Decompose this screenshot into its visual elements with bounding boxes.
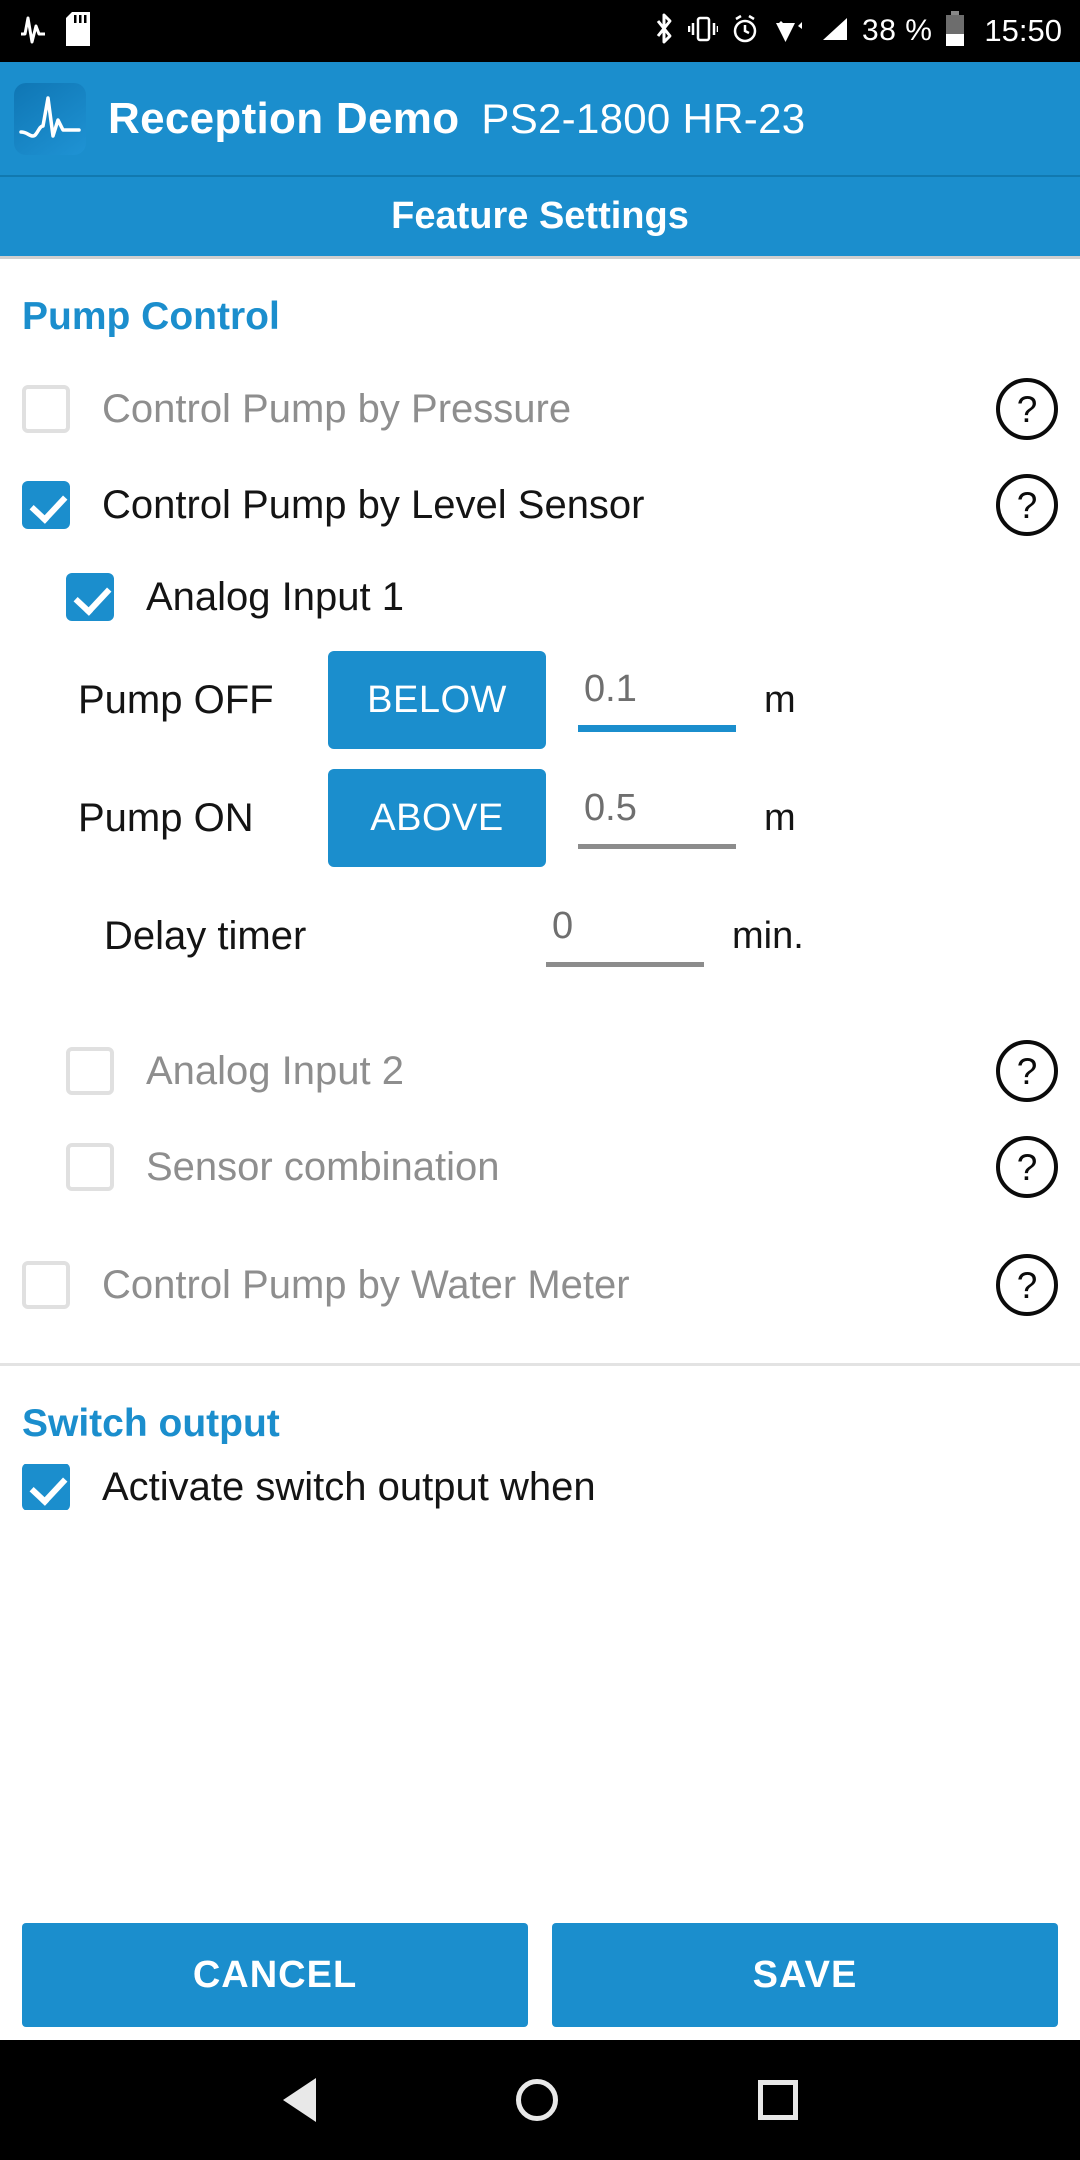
status-bar-right-icons: 38 % 15:50 [653, 10, 1062, 52]
bluetooth-icon [653, 12, 675, 51]
cancel-button[interactable]: CANCEL [22, 1923, 528, 2027]
input-delay-timer-value[interactable]: 0 [546, 905, 704, 967]
help-icon-sensor-combination[interactable]: ? [996, 1136, 1058, 1198]
label-sensor-combination: Sensor combination [146, 1144, 500, 1189]
label-analog-input-2: Analog Input 2 [146, 1048, 404, 1093]
section-title-pump-control: Pump Control [22, 295, 280, 338]
button-pump-off-condition[interactable]: BELOW [328, 651, 546, 749]
wifi-icon [772, 12, 806, 51]
unit-pump-on: m [764, 796, 796, 839]
waveform-logo-icon [14, 82, 86, 155]
subheader-label: Feature Settings [391, 195, 689, 237]
status-bar: 38 % 15:50 [0, 0, 1080, 62]
android-navigation-bar [0, 2040, 1080, 2160]
clock-label: 15:50 [984, 13, 1062, 48]
label-delay-timer: Delay timer [104, 913, 307, 958]
checkbox-activate-switch-output[interactable] [22, 1464, 70, 1510]
signal-icon [819, 12, 849, 51]
device-model-label: PS2-1800 HR-23 [481, 94, 806, 142]
checkbox-control-pump-by-water-meter[interactable] [22, 1261, 70, 1309]
row-control-pump-by-level-sensor[interactable]: Control Pump by Level Sensor ? [0, 457, 1080, 553]
checkbox-sensor-combination[interactable] [66, 1143, 114, 1191]
field-pump-off-value-wrap[interactable]: 0.1 [578, 668, 736, 732]
app-bar: Reception Demo PS2-1800 HR-23 [0, 62, 1080, 177]
app-screen: 38 % 15:50 Reception Demo PS2-1800 HR-23… [0, 0, 1080, 2160]
field-delay-timer-value-wrap[interactable]: 0 [546, 905, 704, 967]
page-title: Reception Demo [108, 93, 460, 143]
help-icon-control-pump-by-water-meter[interactable]: ? [996, 1254, 1058, 1316]
home-circle-icon[interactable] [515, 2079, 558, 2121]
feature-settings-subheader: Feature Settings [0, 177, 1080, 259]
checkbox-analog-input-2[interactable] [66, 1047, 114, 1095]
section-title-switch-output: Switch output [22, 1402, 280, 1445]
label-control-pump-by-pressure: Control Pump by Pressure [102, 386, 572, 431]
label-pump-on: Pump ON [78, 795, 254, 840]
unit-delay-timer: min. [732, 914, 804, 957]
button-pump-on-condition[interactable]: ABOVE [328, 769, 546, 867]
back-triangle-icon[interactable] [282, 2078, 316, 2122]
help-icon-control-pump-by-pressure[interactable]: ? [996, 378, 1058, 440]
checkbox-analog-input-1[interactable] [66, 573, 114, 621]
row-pump-on[interactable]: Pump ON ABOVE 0.5 m [0, 759, 1080, 877]
row-control-pump-by-pressure[interactable]: Control Pump by Pressure ? [0, 361, 1080, 457]
label-pump-off: Pump OFF [78, 677, 274, 722]
label-analog-input-1: Analog Input 1 [146, 574, 404, 619]
checkbox-control-pump-by-pressure[interactable] [22, 385, 70, 433]
input-pump-on-value[interactable]: 0.5 [578, 787, 736, 849]
label-control-pump-by-water-meter: Control Pump by Water Meter [102, 1262, 630, 1307]
checkbox-control-pump-by-level-sensor[interactable] [22, 481, 70, 529]
row-analog-input-1[interactable]: Analog Input 1 [0, 553, 1080, 641]
save-button[interactable]: SAVE [552, 1923, 1058, 2027]
row-analog-input-2[interactable]: Analog Input 2 ? [0, 1023, 1080, 1119]
battery-percent-label: 38 % [862, 14, 933, 47]
battery-icon [945, 10, 965, 52]
vibrate-icon [687, 12, 720, 51]
row-activate-switch-output[interactable]: Activate switch output when [0, 1464, 1080, 1510]
help-icon-analog-input-2[interactable]: ? [996, 1040, 1058, 1102]
status-bar-left-icons [18, 11, 90, 51]
sd-card-icon [66, 11, 90, 51]
unit-pump-off: m [764, 678, 796, 721]
recents-square-icon[interactable] [757, 2080, 798, 2120]
input-pump-off-value[interactable]: 0.1 [578, 668, 736, 732]
row-pump-off[interactable]: Pump OFF BELOW 0.1 m [0, 641, 1080, 759]
help-icon-control-pump-by-level-sensor[interactable]: ? [996, 474, 1058, 536]
label-activate-switch-output: Activate switch output when [102, 1464, 596, 1509]
alarm-icon [731, 12, 759, 51]
row-delay-timer[interactable]: Delay timer 0 min. [0, 877, 1080, 995]
footer-action-bar: CANCEL SAVE [0, 1910, 1080, 2040]
row-control-pump-by-water-meter[interactable]: Control Pump by Water Meter ? [0, 1237, 1080, 1333]
field-pump-on-value-wrap[interactable]: 0.5 [578, 787, 736, 849]
waveform-notification-icon [18, 12, 48, 51]
row-sensor-combination[interactable]: Sensor combination ? [0, 1119, 1080, 1215]
settings-scroll-area[interactable]: Pump Control Control Pump by Pressure ? … [0, 259, 1080, 1874]
label-control-pump-by-level-sensor: Control Pump by Level Sensor [102, 482, 645, 527]
